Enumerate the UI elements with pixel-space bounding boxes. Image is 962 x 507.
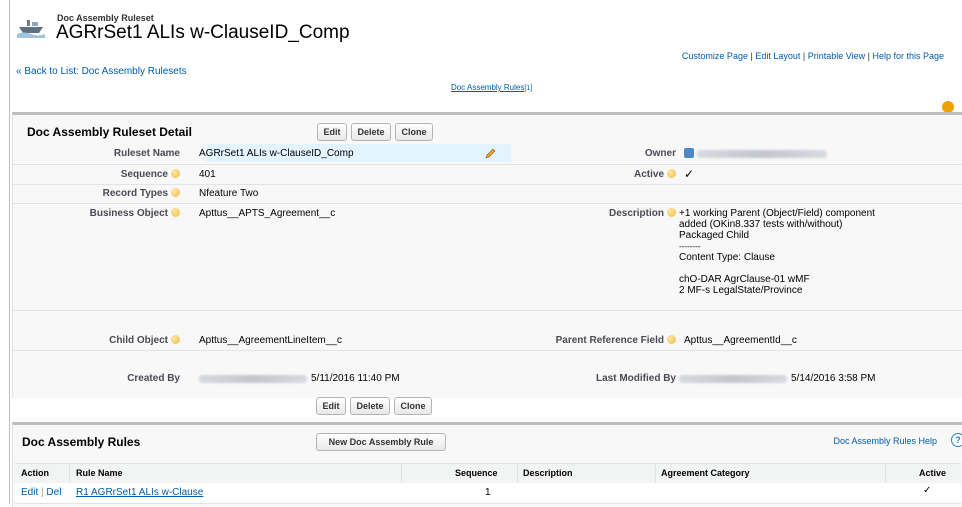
parent-reference-field-value: Apttus__AgreementId__c <box>684 335 797 346</box>
record-types-label: Record Types <box>103 188 180 199</box>
owner-user-icon <box>684 148 694 158</box>
created-date: 5/11/2016 11:40 PM <box>311 373 400 384</box>
ruleset-detail-section: Doc Assembly Ruleset Detail Edit Delete … <box>12 112 962 398</box>
info-hint-icon <box>171 208 180 217</box>
page-frame-border <box>9 0 10 504</box>
created-by-user-redacted[interactable] <box>199 375 307 383</box>
description-label: Description <box>609 208 676 219</box>
col-active[interactable]: Active <box>919 468 946 478</box>
col-rule-name[interactable]: Rule Name <box>76 468 123 478</box>
page-title: AGRrSet1 ALIs w-ClauseID_Comp <box>56 22 350 43</box>
col-agreement-category[interactable]: Agreement Category <box>661 468 750 478</box>
info-hint-icon <box>171 335 180 344</box>
active-checkmark: ✓ <box>684 167 695 181</box>
sequence-label: Sequence <box>121 169 180 180</box>
delete-button-top[interactable]: Delete <box>351 123 391 141</box>
description-value: +1 working Parent (Object/Field) compone… <box>679 208 875 296</box>
clone-button-top[interactable]: Clone <box>395 123 433 141</box>
info-hint-icon <box>667 335 676 344</box>
delete-button-bottom[interactable]: Delete <box>350 397 390 415</box>
related-list-title: Doc Assembly Rules <box>22 435 141 449</box>
modified-by-user-redacted[interactable] <box>679 375 787 383</box>
new-doc-assembly-rule-button[interactable]: New Doc Assembly Rule <box>316 433 446 451</box>
business-object-value: Apttus__APTS_Agreement__c <box>199 208 336 219</box>
info-hint-icon <box>667 169 676 178</box>
related-list-help-link[interactable]: Doc Assembly Rules Help <box>833 436 937 446</box>
detail-section-title: Doc Assembly Ruleset Detail <box>27 125 192 139</box>
last-modified-by-label: Last Modified By <box>595 373 676 384</box>
related-count: [1] <box>524 85 533 92</box>
rule-name-link[interactable]: R1 AGRrSet1 ALIs w-Clause <box>76 487 203 498</box>
edit-button-bottom[interactable]: Edit <box>316 397 346 415</box>
edit-button-top[interactable]: Edit <box>317 123 347 141</box>
col-sequence[interactable]: Sequence <box>455 468 498 478</box>
owner-label: Owner <box>644 148 676 159</box>
ruleset-ship-icon <box>17 20 45 38</box>
child-object-label: Child Object <box>109 335 180 346</box>
rule-sequence: 1 <box>485 487 491 498</box>
ruleset-name-value[interactable]: AGRrSet1 ALIs w-ClauseID_Comp <box>199 148 354 159</box>
info-hint-icon <box>667 208 676 217</box>
col-description[interactable]: Description <box>523 468 573 478</box>
customize-page-link[interactable]: Customize Page <box>682 51 748 61</box>
row-actions: Edit | Del <box>21 487 61 498</box>
col-action: Action <box>21 468 49 478</box>
page-top-links: Customize Page | Edit Layout | Printable… <box>682 51 954 113</box>
created-by-label: Created By <box>127 373 180 384</box>
active-label: Active <box>634 169 676 180</box>
printable-view-link[interactable]: Printable View <box>808 51 865 61</box>
last-modified-date: 5/14/2016 3:58 PM <box>791 373 876 384</box>
info-hint-icon <box>171 169 180 178</box>
pencil-icon[interactable] <box>485 148 496 159</box>
help-for-page-link[interactable]: Help for this Page <box>872 51 944 61</box>
help-question-icon[interactable]: ? <box>951 433 962 447</box>
row-edit-link[interactable]: Edit <box>21 487 38 498</box>
ruleset-name-label: Ruleset Name <box>113 148 180 159</box>
table-row: Edit | Del R1 AGRrSet1 ALIs w-Clause 1 ✓ <box>15 483 961 504</box>
clone-button-bottom[interactable]: Clone <box>394 397 432 415</box>
doc-assembly-rules-anchor[interactable]: Doc Assembly Rules <box>451 83 524 92</box>
child-object-value: Apttus__AgreementLineItem__c <box>199 335 342 346</box>
parent-reference-field-label: Parent Reference Field <box>556 335 676 346</box>
edit-layout-link[interactable]: Edit Layout <box>755 51 800 61</box>
owner-name-redacted[interactable] <box>697 150 827 158</box>
row-action-separator: | <box>41 487 44 498</box>
table-header: Action Rule Name Sequence Description Ag… <box>15 463 961 484</box>
info-hint-icon <box>171 188 180 197</box>
business-object-label: Business Object <box>90 208 180 219</box>
record-types-value: Nfeature Two <box>199 188 259 199</box>
doc-assembly-rules-related-list: Doc Assembly Rules New Doc Assembly Rule… <box>12 422 962 507</box>
row-delete-link[interactable]: Del <box>46 487 61 498</box>
back-to-list-link[interactable]: « Back to List: Doc Assembly Rulesets <box>16 66 187 77</box>
related-list-hover-link[interactable]: Doc Assembly Rules[1] <box>451 83 532 92</box>
sequence-value: 401 <box>199 169 216 180</box>
rule-active-checkmark: ✓ <box>923 485 932 496</box>
